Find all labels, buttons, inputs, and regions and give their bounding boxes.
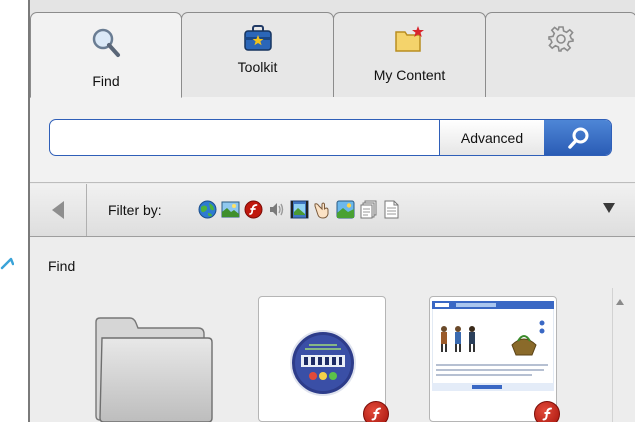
app-root: Find Toolkit My Content Advanced Filter … <box>0 0 635 422</box>
filter-label: Filter by: <box>108 202 162 218</box>
left-arrow-icon <box>52 201 64 219</box>
flash-badge-icon <box>534 401 560 422</box>
image-icon[interactable] <box>221 200 240 219</box>
search-box: Advanced <box>49 119 612 156</box>
interactive-page-thumbnail-icon <box>432 301 554 391</box>
tab-toolkit-label: Toolkit <box>237 59 278 75</box>
back-button[interactable] <box>30 184 87 236</box>
folder-icon[interactable] <box>86 316 216 422</box>
result-card-flash-2[interactable] <box>429 296 560 422</box>
filter-bar: Filter by: <box>30 184 635 237</box>
search-icon <box>567 127 588 149</box>
results-title: Find <box>48 258 76 274</box>
toolkit-icon <box>243 25 272 51</box>
tab-find-label: Find <box>92 73 120 89</box>
results-scrollbar[interactable] <box>612 288 626 422</box>
tab-find[interactable]: Find <box>30 12 182 98</box>
find-panel: Find Toolkit My Content Advanced Filter … <box>28 0 635 422</box>
filter-icons <box>198 200 401 222</box>
pages-icon[interactable] <box>359 200 378 219</box>
pointer-hand-icon[interactable] <box>313 200 332 219</box>
document-icon[interactable] <box>382 200 401 219</box>
flash-icon[interactable] <box>244 200 263 219</box>
folder-star-icon <box>394 26 424 52</box>
tab-toolkit[interactable]: Toolkit <box>181 12 334 97</box>
search-input[interactable] <box>50 120 439 155</box>
edge-arrow-icon <box>0 257 14 270</box>
tab-settings[interactable] <box>485 12 635 97</box>
tab-bar: Find Toolkit My Content <box>30 0 635 98</box>
results-area: Find <box>30 238 635 422</box>
tab-my-content[interactable]: My Content <box>333 12 486 97</box>
video-icon[interactable] <box>290 200 309 219</box>
result-card-flash-1[interactable] <box>258 296 389 422</box>
magnifier-icon <box>92 28 120 57</box>
filter-dropdown-icon[interactable] <box>602 202 616 214</box>
flash-badge-icon <box>363 401 389 422</box>
scroll-up-icon[interactable] <box>615 298 625 306</box>
globe-icon[interactable] <box>198 200 217 219</box>
circuit-board-thumbnail-icon <box>290 330 356 396</box>
audio-icon[interactable] <box>267 200 286 219</box>
search-button[interactable] <box>544 120 611 155</box>
gear-icon <box>548 26 574 52</box>
search-area: Advanced <box>30 97 635 183</box>
advanced-button[interactable]: Advanced <box>439 120 544 155</box>
tab-my-content-label: My Content <box>373 67 446 83</box>
picture-icon[interactable] <box>336 200 355 219</box>
